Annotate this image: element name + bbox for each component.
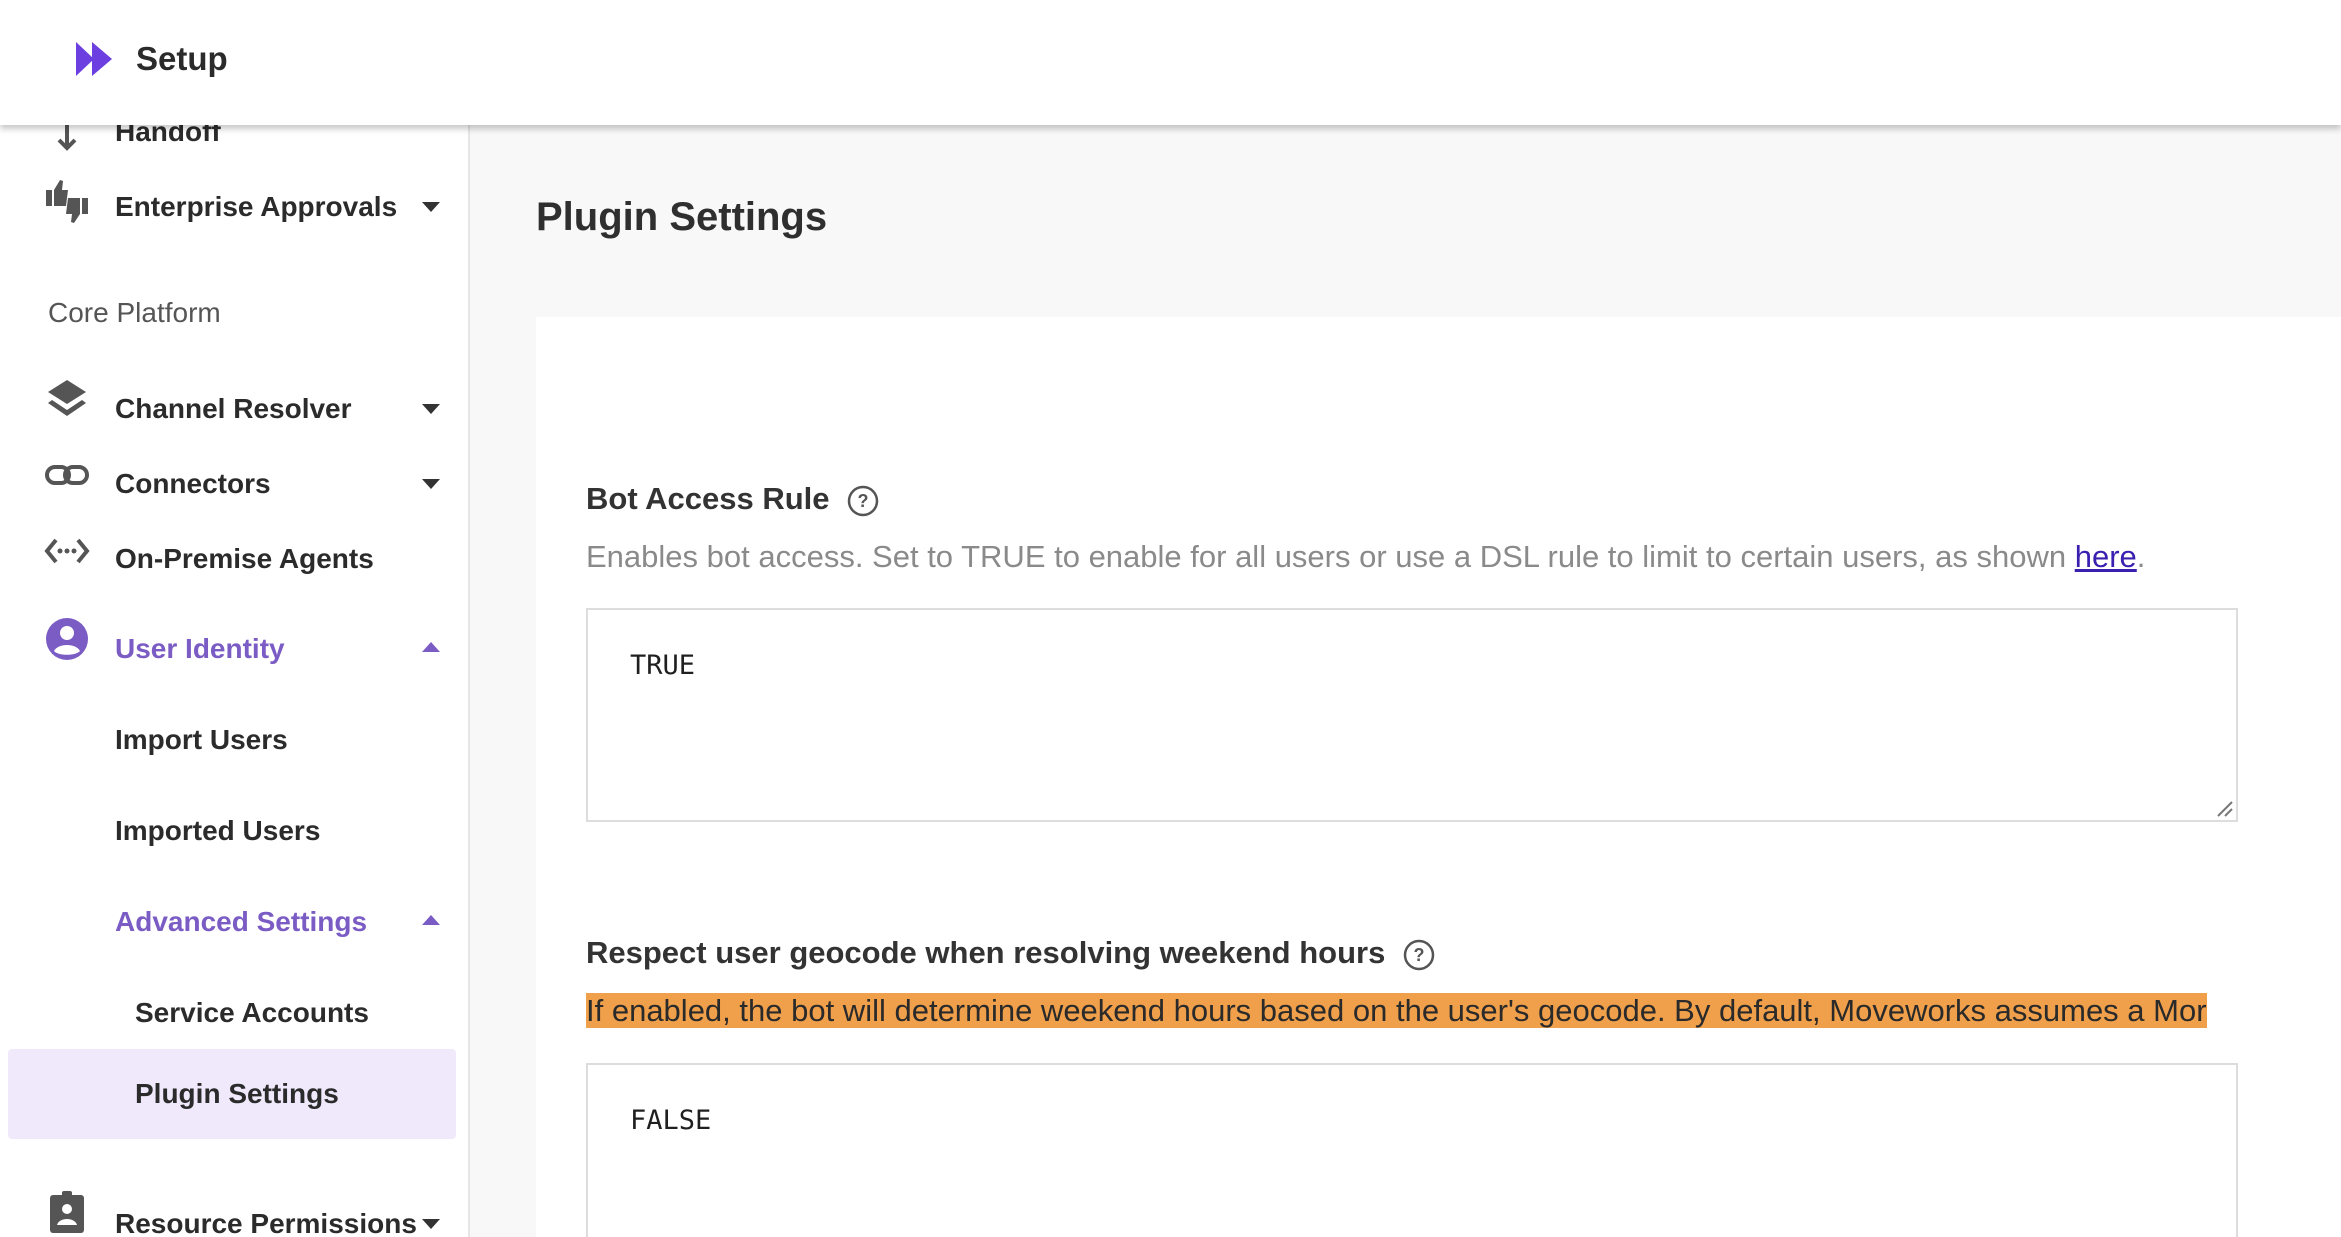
sidebar: Handoff Enterprise Approvals Core Platfo… [0, 125, 470, 1237]
setting-description: If enabled, the bot will determine weeke… [586, 993, 2207, 1029]
arrow-down-icon [57, 125, 77, 151]
sidebar-item-imported-users[interactable]: Imported Users [0, 796, 468, 866]
sidebar-item-enterprise-approvals[interactable]: Enterprise Approvals [0, 172, 468, 242]
logo-icon[interactable] [74, 38, 116, 80]
setting-title-bot-access-rule: Bot Access Rule ? [586, 481, 880, 518]
sidebar-item-resource-permissions[interactable]: Resource Permissions [0, 1189, 468, 1237]
bot-access-rule-textarea[interactable]: TRUE [586, 608, 2238, 822]
thumbs-up-down-icon [46, 180, 88, 223]
account-circle-icon [46, 618, 88, 660]
sidebar-item-channel-resolver[interactable]: Channel Resolver [0, 374, 468, 444]
sidebar-item-label: Resource Permissions [115, 1208, 417, 1237]
textarea-value: TRUE [630, 650, 696, 681]
layers-icon [48, 380, 86, 416]
setting-description-text: Enables bot access. Set to TRUE to enabl… [586, 539, 2075, 574]
sidebar-item-plugin-settings[interactable]: Plugin Settings [0, 1059, 468, 1129]
help-icon[interactable]: ? [1402, 938, 1436, 972]
setting-title-respect-geocode: Respect user geocode when resolving week… [586, 935, 1436, 972]
caret-down-icon[interactable] [420, 477, 442, 491]
sidebar-item-label: Enterprise Approvals [115, 191, 398, 222]
description-period: . [2136, 539, 2146, 574]
sidebar-item-label: On-Premise Agents [115, 543, 374, 574]
app-title: Setup [136, 40, 228, 77]
caret-down-icon[interactable] [420, 1217, 442, 1231]
highlighted-description-text: If enabled, the bot will determine weeke… [586, 993, 2207, 1028]
sidebar-item-label: Import Users [115, 724, 288, 755]
sidebar-item-on-premise-agents[interactable]: On-Premise Agents [0, 524, 468, 594]
settings-card: Bot Access Rule ? Enables bot access. Se… [536, 317, 2341, 1237]
sidebar-item-connectors[interactable]: Connectors [0, 449, 468, 519]
link-icon [45, 465, 89, 485]
sidebar-item-handoff[interactable]: Handoff [0, 125, 468, 170]
sidebar-item-label: Imported Users [115, 815, 321, 846]
caret-up-icon[interactable] [420, 640, 442, 654]
main-content: Plugin Settings Bot Access Rule ? Enable… [470, 125, 2341, 1237]
sidebar-item-label: Handoff [115, 125, 221, 147]
sidebar-item-service-accounts[interactable]: Service Accounts [0, 978, 468, 1048]
svg-text:?: ? [1413, 945, 1424, 965]
top-header: Setup [0, 0, 2341, 125]
sidebar-item-label: User Identity [115, 633, 285, 664]
sidebar-item-label: Connectors [115, 468, 271, 499]
textarea-value: FALSE [630, 1105, 712, 1136]
svg-text:?: ? [858, 491, 869, 511]
sidebar-item-label: Plugin Settings [135, 1078, 339, 1109]
caret-up-icon[interactable] [420, 913, 442, 927]
section-label-core-platform: Core Platform [48, 297, 221, 328]
caret-down-icon[interactable] [420, 200, 442, 214]
help-icon[interactable]: ? [846, 484, 880, 518]
here-link[interactable]: here [2075, 539, 2137, 574]
setting-title-text: Bot Access Rule [586, 481, 830, 516]
sidebar-item-label: Channel Resolver [115, 393, 352, 424]
setting-title-text: Respect user geocode when resolving week… [586, 935, 1386, 970]
sidebar-item-import-users[interactable]: Import Users [0, 705, 468, 775]
respect-geocode-textarea[interactable]: FALSE [586, 1063, 2238, 1237]
resize-grip-icon[interactable] [2214, 798, 2234, 818]
sidebar-item-label: Service Accounts [135, 997, 369, 1028]
setting-description: Enables bot access. Set to TRUE to enabl… [586, 539, 2145, 575]
sidebar-item-advanced-settings[interactable]: Advanced Settings [0, 887, 468, 957]
badge-icon [50, 1191, 84, 1233]
code-dots-icon [44, 538, 90, 564]
sidebar-item-user-identity[interactable]: User Identity [0, 614, 468, 684]
caret-down-icon[interactable] [420, 402, 442, 416]
sidebar-item-label: Advanced Settings [115, 906, 368, 937]
page-title: Plugin Settings [536, 195, 828, 239]
